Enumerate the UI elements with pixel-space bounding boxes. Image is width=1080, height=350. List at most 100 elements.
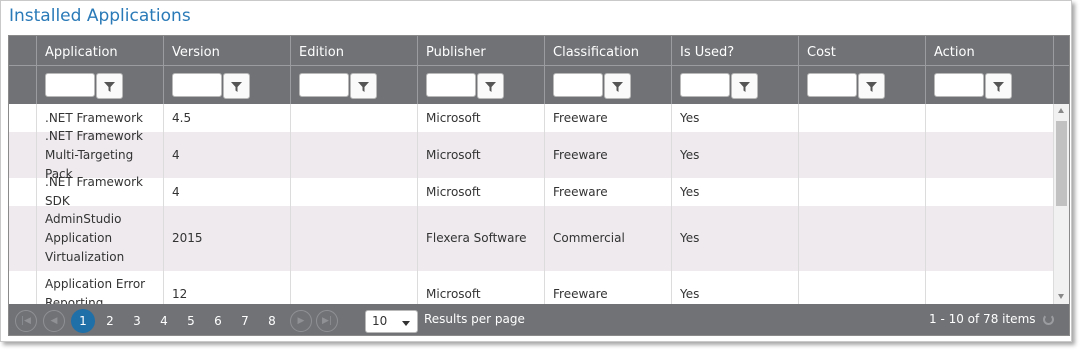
installed-applications-panel: Installed Applications Application Versi…: [0, 0, 1072, 342]
cell-version: 2015: [164, 206, 291, 271]
header-cost[interactable]: Cost: [799, 36, 926, 104]
filter-input-action[interactable]: [934, 73, 984, 97]
filter-button-classification[interactable]: [604, 73, 631, 99]
page-1[interactable]: 1: [71, 309, 95, 333]
cell-cost: [799, 132, 926, 178]
prev-page-icon: ◀: [50, 316, 58, 326]
grid-pager: |◀ ◀ 1 2 3 4 5 6 7 8 ▶ ▶| 10 Results per…: [9, 304, 1069, 335]
cell-edition: [291, 271, 418, 304]
vertical-scrollbar[interactable]: [1054, 104, 1069, 304]
cell-cost: [799, 178, 926, 206]
page-4[interactable]: 4: [152, 310, 176, 332]
page-8[interactable]: 8: [260, 310, 284, 332]
header-version[interactable]: Version: [164, 36, 291, 104]
cell-publisher: Microsoft: [418, 132, 545, 178]
next-page-button[interactable]: ▶: [290, 310, 312, 332]
cell-publisher: Microsoft: [418, 104, 545, 132]
row-select-cell: [9, 271, 37, 304]
header-is-used[interactable]: Is Used?: [672, 36, 799, 104]
filter-button-application[interactable]: [96, 73, 123, 99]
filter-button-is-used[interactable]: [731, 73, 758, 99]
filter-input-classification[interactable]: [553, 73, 603, 97]
cell-action[interactable]: [926, 104, 1054, 132]
cell-is-used: Yes: [672, 206, 799, 271]
filter-input-version[interactable]: [172, 73, 222, 97]
table-row[interactable]: AdminStudio Application Virtualization 2…: [9, 206, 1054, 271]
table-row[interactable]: .NET Framework Multi-Targeting Pack 4 Mi…: [9, 129, 1054, 181]
filter-input-is-used[interactable]: [680, 73, 730, 97]
page-2[interactable]: 2: [98, 310, 122, 332]
header-action[interactable]: Action: [926, 36, 1054, 104]
filter-button-edition[interactable]: [350, 73, 377, 99]
next-page-icon: ▶: [297, 316, 305, 326]
cell-application: Application Error Reporting: [37, 271, 164, 304]
filter-icon: [866, 82, 877, 92]
grid-body: .NET Framework 4.5 Microsoft Freeware Ye…: [9, 104, 1054, 304]
cell-classification: Freeware: [545, 178, 672, 206]
cell-edition: [291, 206, 418, 271]
filter-button-version[interactable]: [223, 73, 250, 99]
scrollbar-thumb[interactable]: [1056, 121, 1067, 206]
cell-classification: Freeware: [545, 271, 672, 304]
cell-application: .NET Framework Multi-Targeting Pack: [37, 129, 164, 181]
cell-action[interactable]: [926, 206, 1054, 271]
cell-is-used: Yes: [672, 178, 799, 206]
table-row[interactable]: .NET Framework 4.5 Microsoft Freeware Ye…: [9, 104, 1054, 132]
column-label-version: Version: [172, 45, 220, 60]
cell-action[interactable]: [926, 132, 1054, 178]
applications-grid: Application Version Edition Publisher Cl: [8, 35, 1070, 336]
results-per-page-label: Results per page: [424, 312, 525, 326]
cell-version: 4: [164, 178, 291, 206]
column-label-cost: Cost: [807, 45, 836, 60]
cell-edition: [291, 178, 418, 206]
filter-button-cost[interactable]: [858, 73, 885, 99]
table-row[interactable]: .NET Framework SDK 4 Microsoft Freeware …: [9, 175, 1054, 208]
column-label-application: Application: [45, 45, 118, 60]
page-size-select[interactable]: 10: [365, 310, 418, 333]
row-select-cell: [9, 104, 37, 132]
header-edition[interactable]: Edition: [291, 36, 418, 104]
scroll-down-icon[interactable]: [1058, 294, 1064, 299]
first-page-icon: |◀: [21, 316, 31, 326]
filter-icon: [612, 82, 623, 92]
row-select-cell: [9, 206, 37, 271]
cell-classification: Freeware: [545, 132, 672, 178]
cell-cost: [799, 206, 926, 271]
refresh-icon[interactable]: [1043, 314, 1054, 325]
table-row[interactable]: Application Error Reporting 12 Microsoft…: [9, 271, 1054, 304]
filter-icon: [104, 82, 115, 92]
filter-icon: [231, 82, 242, 92]
cell-action[interactable]: [926, 271, 1054, 304]
last-page-button[interactable]: ▶|: [316, 310, 338, 332]
column-label-action: Action: [934, 45, 975, 60]
filter-button-action[interactable]: [985, 73, 1012, 99]
filter-input-application[interactable]: [45, 73, 95, 97]
first-page-button[interactable]: |◀: [15, 310, 37, 332]
cell-edition: [291, 104, 418, 132]
cell-application: .NET Framework SDK: [37, 175, 164, 208]
page-6[interactable]: 6: [206, 310, 230, 332]
header-publisher[interactable]: Publisher: [418, 36, 545, 104]
cell-is-used: Yes: [672, 104, 799, 132]
grid-header: Application Version Edition Publisher Cl: [9, 36, 1069, 104]
filter-button-publisher[interactable]: [477, 73, 504, 99]
cell-cost: [799, 271, 926, 304]
header-classification[interactable]: Classification: [545, 36, 672, 104]
filter-icon: [485, 82, 496, 92]
prev-page-button[interactable]: ◀: [43, 310, 65, 332]
filter-input-edition[interactable]: [299, 73, 349, 97]
page-5[interactable]: 5: [179, 310, 203, 332]
cell-classification: Freeware: [545, 104, 672, 132]
page-size-value: 10: [372, 314, 388, 328]
filter-input-cost[interactable]: [807, 73, 857, 97]
cell-action[interactable]: [926, 178, 1054, 206]
row-select-cell: [9, 132, 37, 178]
panel-title: Installed Applications: [9, 6, 191, 26]
header-application[interactable]: Application: [37, 36, 164, 104]
page-3[interactable]: 3: [125, 310, 149, 332]
page-7[interactable]: 7: [233, 310, 257, 332]
scroll-up-icon[interactable]: [1058, 108, 1064, 113]
cell-cost: [799, 104, 926, 132]
filter-input-publisher[interactable]: [426, 73, 476, 97]
cell-version: 4.5: [164, 104, 291, 132]
